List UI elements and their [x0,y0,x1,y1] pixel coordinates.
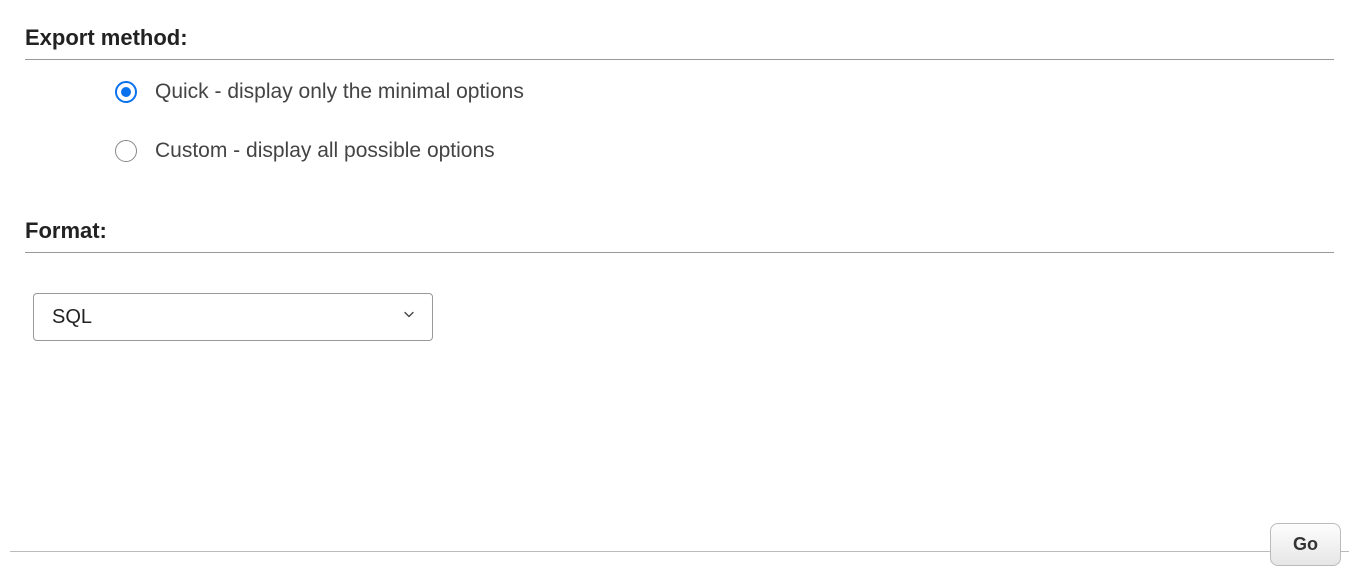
format-select-wrapper: SQL [33,293,433,341]
radio-option-custom[interactable]: Custom - display all possible options [115,139,1334,163]
export-method-section: Export method: Quick - display only the … [25,25,1334,163]
format-section: Format: SQL [25,218,1334,341]
go-button[interactable]: Go [1270,523,1341,566]
radio-quick-label: Quick - display only the minimal options [155,80,524,104]
format-select[interactable]: SQL [33,293,433,341]
radio-custom-label: Custom - display all possible options [155,139,495,163]
format-heading: Format: [25,218,1334,253]
radio-quick[interactable] [115,81,137,103]
radio-option-quick[interactable]: Quick - display only the minimal options [115,80,1334,104]
footer-bar: Go [10,509,1349,552]
export-method-heading: Export method: [25,25,1334,60]
radio-custom[interactable] [115,140,137,162]
export-method-radio-group: Quick - display only the minimal options… [25,80,1334,163]
